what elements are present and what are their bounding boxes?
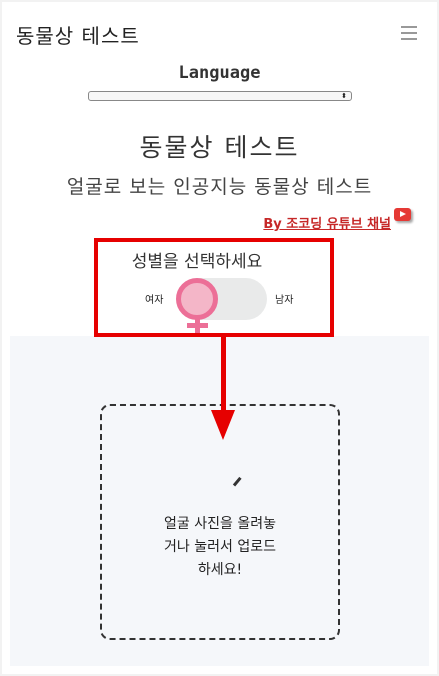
language-label: Language [178, 63, 261, 83]
select-arrows-icon: ⬍ [341, 92, 347, 100]
page-title: 동물상 테스트 [139, 133, 300, 162]
venus-icon[interactable] [176, 278, 218, 320]
youtube-icon[interactable] [394, 208, 411, 221]
annotation-arrow [221, 337, 226, 413]
gender-select-title: 성별을 선택하세요 [131, 252, 263, 272]
top-navbar: 동물상 테스트 [2, 2, 437, 62]
page-subtitle: 얼굴로 보는 인공지능 동물상 테스트 [66, 176, 373, 198]
gender-male-label: 남자 [275, 295, 294, 306]
upload-instructions: 얼굴 사진을 올려놓 거나 눌러서 업로드 하세요! [150, 513, 290, 582]
page: 동물상 테스트 Language ⬍ 동물상 테스트 얼굴로 보는 인공지능 동… [2, 2, 437, 674]
annotation-arrow-head [211, 410, 235, 440]
upload-text-line: 거나 눌러서 업로드 [164, 539, 276, 555]
gender-female-label: 여자 [145, 295, 164, 306]
upload-text-line: 얼굴 사진을 올려놓 [164, 516, 276, 532]
venus-icon-bar [187, 323, 208, 328]
navbar-brand[interactable]: 동물상 테스트 [16, 20, 140, 49]
language-select[interactable]: ⬍ [88, 91, 352, 101]
hamburger-icon[interactable] [401, 26, 417, 40]
upload-text-line: 하세요! [197, 562, 243, 578]
youtube-channel-link[interactable]: By 조코딩 유튜브 채널 [263, 213, 391, 232]
